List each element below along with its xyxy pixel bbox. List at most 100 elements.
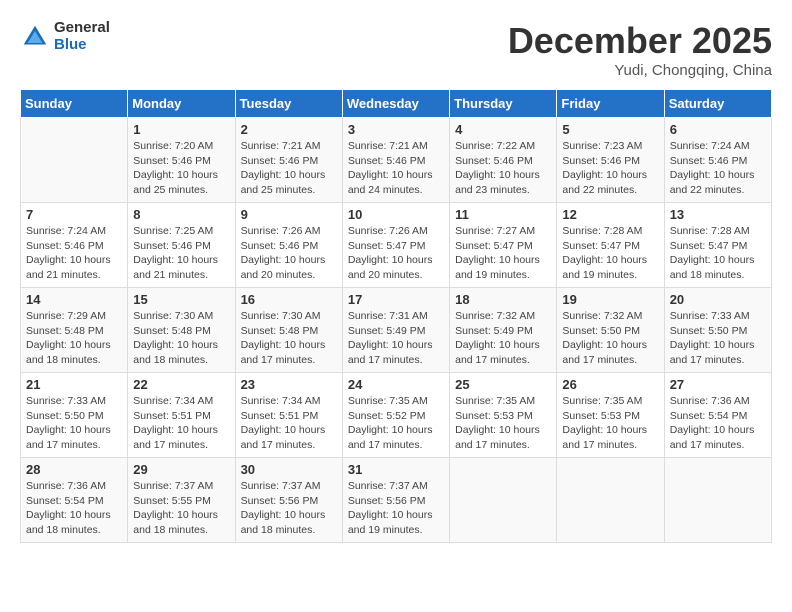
- day-info: Sunrise: 7:37 AMSunset: 5:55 PMDaylight:…: [133, 479, 229, 538]
- day-cell: 3 Sunrise: 7:21 AMSunset: 5:46 PMDaylight…: [342, 118, 449, 203]
- day-info: Sunrise: 7:27 AMSunset: 5:47 PMDaylight:…: [455, 224, 551, 283]
- day-cell: 18 Sunrise: 7:32 AMSunset: 5:49 PMDayligh…: [450, 288, 557, 373]
- day-info: Sunrise: 7:36 AMSunset: 5:54 PMDaylight:…: [26, 479, 122, 538]
- day-number: 8: [133, 207, 229, 222]
- day-number: 3: [348, 122, 444, 137]
- day-number: 7: [26, 207, 122, 222]
- day-number: 30: [241, 462, 337, 477]
- day-info: Sunrise: 7:35 AMSunset: 5:53 PMDaylight:…: [455, 394, 551, 453]
- week-row-1: 1 Sunrise: 7:20 AMSunset: 5:46 PMDaylight…: [21, 118, 772, 203]
- day-number: 29: [133, 462, 229, 477]
- day-cell: 26 Sunrise: 7:35 AMSunset: 5:53 PMDayligh…: [557, 373, 664, 458]
- calendar-table: SundayMondayTuesdayWednesdayThursdayFrid…: [20, 89, 772, 543]
- calendar-header: SundayMondayTuesdayWednesdayThursdayFrid…: [21, 90, 772, 118]
- day-number: 12: [562, 207, 658, 222]
- day-cell: [557, 458, 664, 543]
- day-info: Sunrise: 7:24 AMSunset: 5:46 PMDaylight:…: [26, 224, 122, 283]
- day-cell: 29 Sunrise: 7:37 AMSunset: 5:55 PMDayligh…: [128, 458, 235, 543]
- day-cell: 27Sunrise: 7:36 AMSunset: 5:54 PMDayligh…: [664, 373, 771, 458]
- day-cell: 30 Sunrise: 7:37 AMSunset: 5:56 PMDayligh…: [235, 458, 342, 543]
- day-number: 4: [455, 122, 551, 137]
- day-number: 22: [133, 377, 229, 392]
- logo: General Blue: [20, 20, 110, 53]
- day-cell: 16 Sunrise: 7:30 AMSunset: 5:48 PMDayligh…: [235, 288, 342, 373]
- day-number: 2: [241, 122, 337, 137]
- day-cell: 14 Sunrise: 7:29 AMSunset: 5:48 PMDayligh…: [21, 288, 128, 373]
- day-number: 15: [133, 292, 229, 307]
- day-cell: 25 Sunrise: 7:35 AMSunset: 5:53 PMDayligh…: [450, 373, 557, 458]
- day-info: Sunrise: 7:28 AMSunset: 5:47 PMDaylight:…: [562, 224, 658, 283]
- day-number: 20: [670, 292, 766, 307]
- day-info: Sunrise: 7:37 AMSunset: 5:56 PMDaylight:…: [241, 479, 337, 538]
- day-info: Sunrise: 7:34 AMSunset: 5:51 PMDaylight:…: [241, 394, 337, 453]
- day-cell: [21, 118, 128, 203]
- header-cell-saturday: Saturday: [664, 90, 771, 118]
- logo-text: General Blue: [54, 20, 110, 53]
- day-info: Sunrise: 7:35 AMSunset: 5:52 PMDaylight:…: [348, 394, 444, 453]
- day-number: 23: [241, 377, 337, 392]
- day-cell: 17Sunrise: 7:31 AMSunset: 5:49 PMDayligh…: [342, 288, 449, 373]
- day-info: Sunrise: 7:37 AMSunset: 5:56 PMDaylight:…: [348, 479, 444, 538]
- day-number: 11: [455, 207, 551, 222]
- day-number: 13: [670, 207, 766, 222]
- day-info: Sunrise: 7:25 AMSunset: 5:46 PMDaylight:…: [133, 224, 229, 283]
- day-info: Sunrise: 7:21 AMSunset: 5:46 PMDaylight:…: [348, 139, 444, 198]
- day-number: 18: [455, 292, 551, 307]
- day-cell: 4Sunrise: 7:22 AMSunset: 5:46 PMDaylight…: [450, 118, 557, 203]
- day-number: 5: [562, 122, 658, 137]
- page-header: General Blue December 2025 Yudi, Chongqi…: [20, 20, 772, 79]
- day-cell: 6 Sunrise: 7:24 AMSunset: 5:46 PMDaylight…: [664, 118, 771, 203]
- day-cell: 23 Sunrise: 7:34 AMSunset: 5:51 PMDayligh…: [235, 373, 342, 458]
- day-cell: 1 Sunrise: 7:20 AMSunset: 5:46 PMDaylight…: [128, 118, 235, 203]
- day-cell: 28 Sunrise: 7:36 AMSunset: 5:54 PMDayligh…: [21, 458, 128, 543]
- day-info: Sunrise: 7:23 AMSunset: 5:46 PMDaylight:…: [562, 139, 658, 198]
- header-cell-thursday: Thursday: [450, 90, 557, 118]
- day-number: 16: [241, 292, 337, 307]
- logo-icon: [20, 22, 50, 52]
- day-cell: 31Sunrise: 7:37 AMSunset: 5:56 PMDayligh…: [342, 458, 449, 543]
- day-info: Sunrise: 7:29 AMSunset: 5:48 PMDaylight:…: [26, 309, 122, 368]
- title-area: December 2025 Yudi, Chongqing, China: [508, 20, 772, 79]
- day-number: 21: [26, 377, 122, 392]
- day-number: 28: [26, 462, 122, 477]
- week-row-3: 14 Sunrise: 7:29 AMSunset: 5:48 PMDayligh…: [21, 288, 772, 373]
- day-info: Sunrise: 7:30 AMSunset: 5:48 PMDaylight:…: [133, 309, 229, 368]
- day-cell: 5 Sunrise: 7:23 AMSunset: 5:46 PMDaylight…: [557, 118, 664, 203]
- day-info: Sunrise: 7:24 AMSunset: 5:46 PMDaylight:…: [670, 139, 766, 198]
- day-number: 26: [562, 377, 658, 392]
- day-cell: 9 Sunrise: 7:26 AMSunset: 5:46 PMDaylight…: [235, 203, 342, 288]
- day-info: Sunrise: 7:30 AMSunset: 5:48 PMDaylight:…: [241, 309, 337, 368]
- day-cell: 21 Sunrise: 7:33 AMSunset: 5:50 PMDayligh…: [21, 373, 128, 458]
- calendar-body: 1 Sunrise: 7:20 AMSunset: 5:46 PMDaylight…: [21, 118, 772, 543]
- day-cell: 20Sunrise: 7:33 AMSunset: 5:50 PMDayligh…: [664, 288, 771, 373]
- logo-general: General: [54, 20, 110, 37]
- day-number: 6: [670, 122, 766, 137]
- week-row-5: 28 Sunrise: 7:36 AMSunset: 5:54 PMDayligh…: [21, 458, 772, 543]
- day-info: Sunrise: 7:34 AMSunset: 5:51 PMDaylight:…: [133, 394, 229, 453]
- week-row-2: 7 Sunrise: 7:24 AMSunset: 5:46 PMDaylight…: [21, 203, 772, 288]
- location-subtitle: Yudi, Chongqing, China: [508, 62, 772, 79]
- day-number: 27: [670, 377, 766, 392]
- day-cell: 24 Sunrise: 7:35 AMSunset: 5:52 PMDayligh…: [342, 373, 449, 458]
- day-info: Sunrise: 7:28 AMSunset: 5:47 PMDaylight:…: [670, 224, 766, 283]
- day-number: 25: [455, 377, 551, 392]
- day-info: Sunrise: 7:35 AMSunset: 5:53 PMDaylight:…: [562, 394, 658, 453]
- day-number: 14: [26, 292, 122, 307]
- day-cell: [450, 458, 557, 543]
- day-cell: 19Sunrise: 7:32 AMSunset: 5:50 PMDayligh…: [557, 288, 664, 373]
- day-cell: 8 Sunrise: 7:25 AMSunset: 5:46 PMDaylight…: [128, 203, 235, 288]
- day-info: Sunrise: 7:26 AMSunset: 5:46 PMDaylight:…: [241, 224, 337, 283]
- day-number: 24: [348, 377, 444, 392]
- day-info: Sunrise: 7:32 AMSunset: 5:50 PMDaylight:…: [562, 309, 658, 368]
- day-cell: 2 Sunrise: 7:21 AMSunset: 5:46 PMDaylight…: [235, 118, 342, 203]
- day-info: Sunrise: 7:21 AMSunset: 5:46 PMDaylight:…: [241, 139, 337, 198]
- day-number: 9: [241, 207, 337, 222]
- day-cell: 12 Sunrise: 7:28 AMSunset: 5:47 PMDayligh…: [557, 203, 664, 288]
- day-info: Sunrise: 7:33 AMSunset: 5:50 PMDaylight:…: [26, 394, 122, 453]
- day-info: Sunrise: 7:20 AMSunset: 5:46 PMDaylight:…: [133, 139, 229, 198]
- day-info: Sunrise: 7:32 AMSunset: 5:49 PMDaylight:…: [455, 309, 551, 368]
- logo-blue: Blue: [54, 37, 110, 54]
- day-cell: 11 Sunrise: 7:27 AMSunset: 5:47 PMDayligh…: [450, 203, 557, 288]
- day-number: 1: [133, 122, 229, 137]
- day-number: 10: [348, 207, 444, 222]
